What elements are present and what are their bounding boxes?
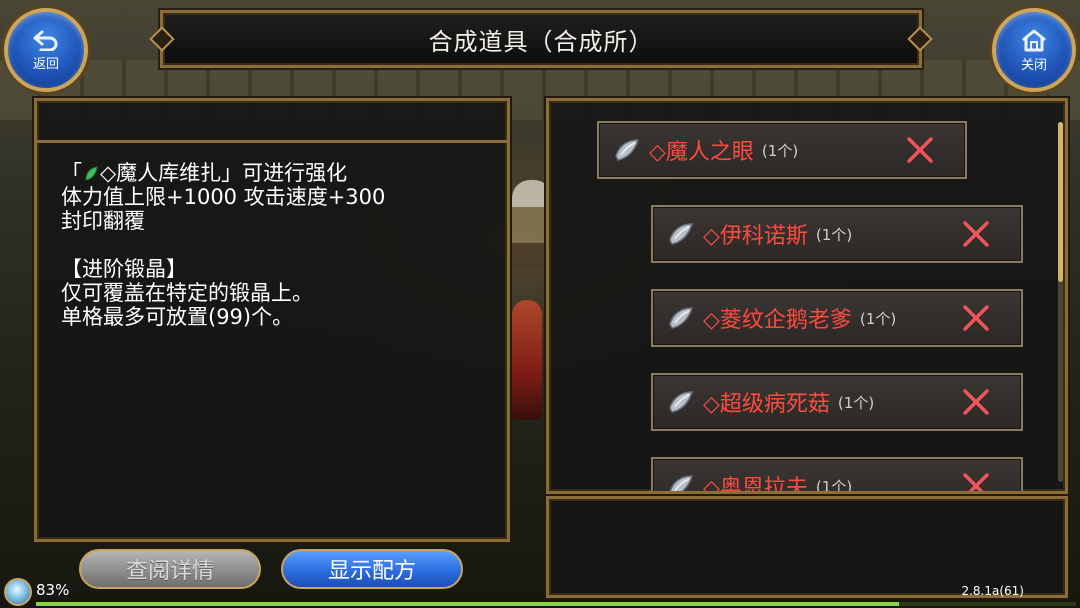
background-character — [512, 300, 542, 420]
page-title: 合成道具（合成所） — [428, 27, 654, 56]
recipe-item[interactable]: ◇超级病死菇 (1个) — [651, 373, 1023, 431]
recipe-item-qty: (1个) — [815, 477, 853, 492]
version-label: 2.8.1a(61) — [961, 584, 1024, 598]
item-description: 「 ◇魔人库维扎」可进行强化 体力值上限+1000 攻击速度+300 封印翻覆 【… — [61, 161, 491, 329]
description-line-5: 仅可覆盖在特定的锻晶上。 — [61, 281, 313, 305]
description-line-3: 封印翻覆 — [61, 209, 145, 233]
green-leaf-icon — [85, 166, 98, 181]
recipe-item[interactable]: ◇魔人之眼 (1个) — [597, 121, 967, 179]
red-x-icon[interactable] — [961, 471, 991, 491]
crystal-shard-icon — [669, 307, 694, 329]
close-button[interactable]: 关闭 — [992, 8, 1076, 92]
description-panel-header — [37, 101, 507, 143]
recipe-item-name: ◇超级病死菇 — [703, 392, 830, 417]
description-panel: 「 ◇魔人库维扎」可进行强化 体力值上限+1000 攻击速度+300 封印翻覆 【… — [34, 98, 510, 542]
description-line-1: 「 ◇魔人库维扎」可进行强化 — [61, 161, 491, 185]
back-label: 返回 — [32, 56, 59, 72]
home-icon — [1022, 29, 1046, 51]
return-arrow-icon — [33, 30, 58, 51]
recipe-item[interactable]: ◇菱纹企鹅老爹 (1个) — [651, 289, 1023, 347]
recipe-item-name: ◇伊科诺斯 — [703, 224, 808, 249]
recipe-item-qty: (1个) — [837, 393, 875, 412]
recipe-item-qty: (1个) — [761, 141, 799, 160]
crystal-shard-icon — [669, 475, 694, 491]
energy-orb-icon — [4, 578, 32, 606]
recipe-item-name: ◇魔人之眼 — [649, 140, 754, 165]
battery-percent: 83% — [36, 581, 70, 599]
back-button[interactable]: 返回 — [4, 8, 88, 92]
crystal-shard-icon — [669, 391, 694, 413]
recipe-item[interactable]: ◇伊科诺斯 (1个) — [651, 205, 1023, 263]
title-bar: 合成道具（合成所） — [160, 10, 922, 68]
red-x-icon[interactable] — [961, 387, 991, 417]
recipe-scrollbar[interactable] — [1058, 122, 1063, 482]
recipe-item-qty: (1个) — [815, 225, 853, 244]
recipe-list[interactable]: ◇魔人之眼 (1个) ◇伊科诺斯 (1个) ◇菱纹企鹅老爹 (1个) ◇超级病死… — [549, 101, 1065, 491]
description-spacer — [61, 233, 491, 257]
recipe-item-name: ◇奥恩拉夫 — [703, 476, 808, 491]
crystal-shard-icon — [669, 223, 694, 245]
red-x-icon[interactable] — [905, 135, 935, 165]
battery-bar-fill — [36, 602, 900, 606]
red-x-icon[interactable] — [961, 219, 991, 249]
recipe-item-name: ◇菱纹企鹅老爹 — [703, 308, 852, 333]
quote-open: 「 — [61, 161, 82, 185]
red-x-icon[interactable] — [961, 303, 991, 333]
battery-bar — [36, 602, 1076, 606]
description-item-name: ◇魔人库维扎」可进行强化 — [100, 161, 348, 185]
recipe-item[interactable]: ◇奥恩拉夫 (1个) — [651, 457, 1023, 491]
description-line-6: 单格最多可放置(99)个。 — [61, 305, 294, 329]
recipe-scrollbar-thumb[interactable] — [1058, 122, 1063, 282]
close-label: 关闭 — [1020, 57, 1047, 73]
description-line-2: 体力值上限+1000 攻击速度+300 — [61, 185, 386, 209]
status-bar: 83% 2.8.1a(61) — [0, 577, 1080, 608]
recipe-item-qty: (1个) — [859, 309, 897, 328]
crystal-shard-icon — [615, 139, 640, 161]
description-line-4: 【进阶锻晶】 — [61, 257, 187, 281]
